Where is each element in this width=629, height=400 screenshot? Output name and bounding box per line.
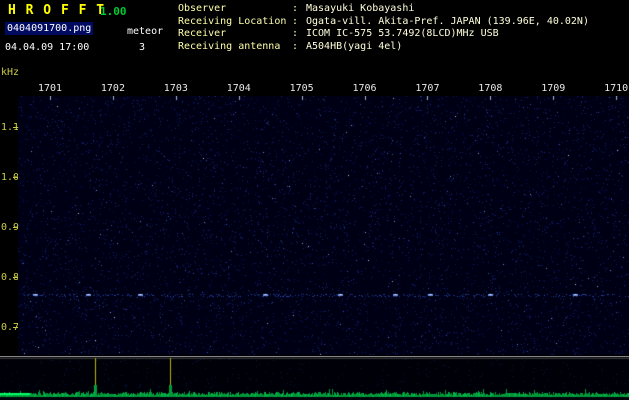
spectrogram-canvas bbox=[18, 96, 629, 355]
time-tick-label: 1701 bbox=[38, 83, 63, 94]
freq-tick-label: 1.0 bbox=[1, 172, 20, 183]
app-title: H R O F F T bbox=[8, 3, 106, 18]
datetime-label: 04.04.09 17:00 bbox=[5, 42, 90, 53]
app-version: 1.00 bbox=[100, 5, 127, 18]
signal-level-canvas bbox=[0, 356, 629, 400]
observer-info-block: Observer: Masayuki Kobayashi Receiving Lo… bbox=[178, 3, 589, 53]
time-tick-label: 1708 bbox=[478, 83, 503, 94]
output-filename: 0404091700.png bbox=[5, 22, 94, 35]
mode-label: meteor bbox=[127, 26, 164, 37]
freq-tick-label: 0.9 bbox=[1, 222, 20, 233]
info-label: Observer bbox=[178, 3, 227, 14]
info-value: Masayuki Kobayashi bbox=[306, 3, 415, 14]
time-tick-label: 1703 bbox=[163, 83, 188, 94]
time-tick-label: 1709 bbox=[541, 83, 566, 94]
info-colon: : bbox=[292, 28, 305, 39]
info-row: Receiving Location: Ogata-vill. Akita-Pr… bbox=[178, 16, 589, 29]
time-tick-label: 1707 bbox=[415, 83, 440, 94]
info-label: Receiver bbox=[178, 28, 227, 39]
info-label: Receiving antenna bbox=[178, 40, 281, 52]
info-colon: : bbox=[292, 40, 305, 52]
info-row: Observer: Masayuki Kobayashi bbox=[178, 3, 589, 16]
info-value: A504HB(yagi 4el) bbox=[306, 40, 403, 52]
freq-tick-label: 0.8 bbox=[1, 272, 20, 283]
hrofft-window: H R O F F T 1.00 0404091700.png meteor 0… bbox=[0, 0, 629, 400]
info-value: Ogata-vill. Akita-Pref. JAPAN (139.96E, … bbox=[306, 15, 589, 27]
info-value: ICOM IC-575 53.7492(8LCD)MHz USB bbox=[306, 28, 499, 39]
freq-axis-unit: kHz bbox=[1, 67, 20, 78]
time-tick-label: 1704 bbox=[226, 83, 251, 94]
echo-count: 3 bbox=[139, 42, 146, 53]
time-tick-label: 1705 bbox=[289, 83, 314, 94]
info-label: Receiving Location bbox=[178, 15, 287, 27]
time-tick-label: 1706 bbox=[352, 83, 377, 94]
info-row: Receiving antenna: A504HB(yagi 4el) bbox=[178, 41, 589, 54]
freq-tick-label: 0.7 bbox=[1, 322, 20, 333]
info-colon: : bbox=[292, 15, 305, 27]
time-tick-label: 1702 bbox=[100, 83, 125, 94]
info-row: Receiver: ICOM IC-575 53.7492(8LCD)MHz U… bbox=[178, 28, 589, 41]
time-tick-label: 1710 bbox=[604, 83, 629, 94]
freq-tick-label: 1.1 bbox=[1, 122, 20, 133]
info-colon: : bbox=[292, 3, 305, 14]
